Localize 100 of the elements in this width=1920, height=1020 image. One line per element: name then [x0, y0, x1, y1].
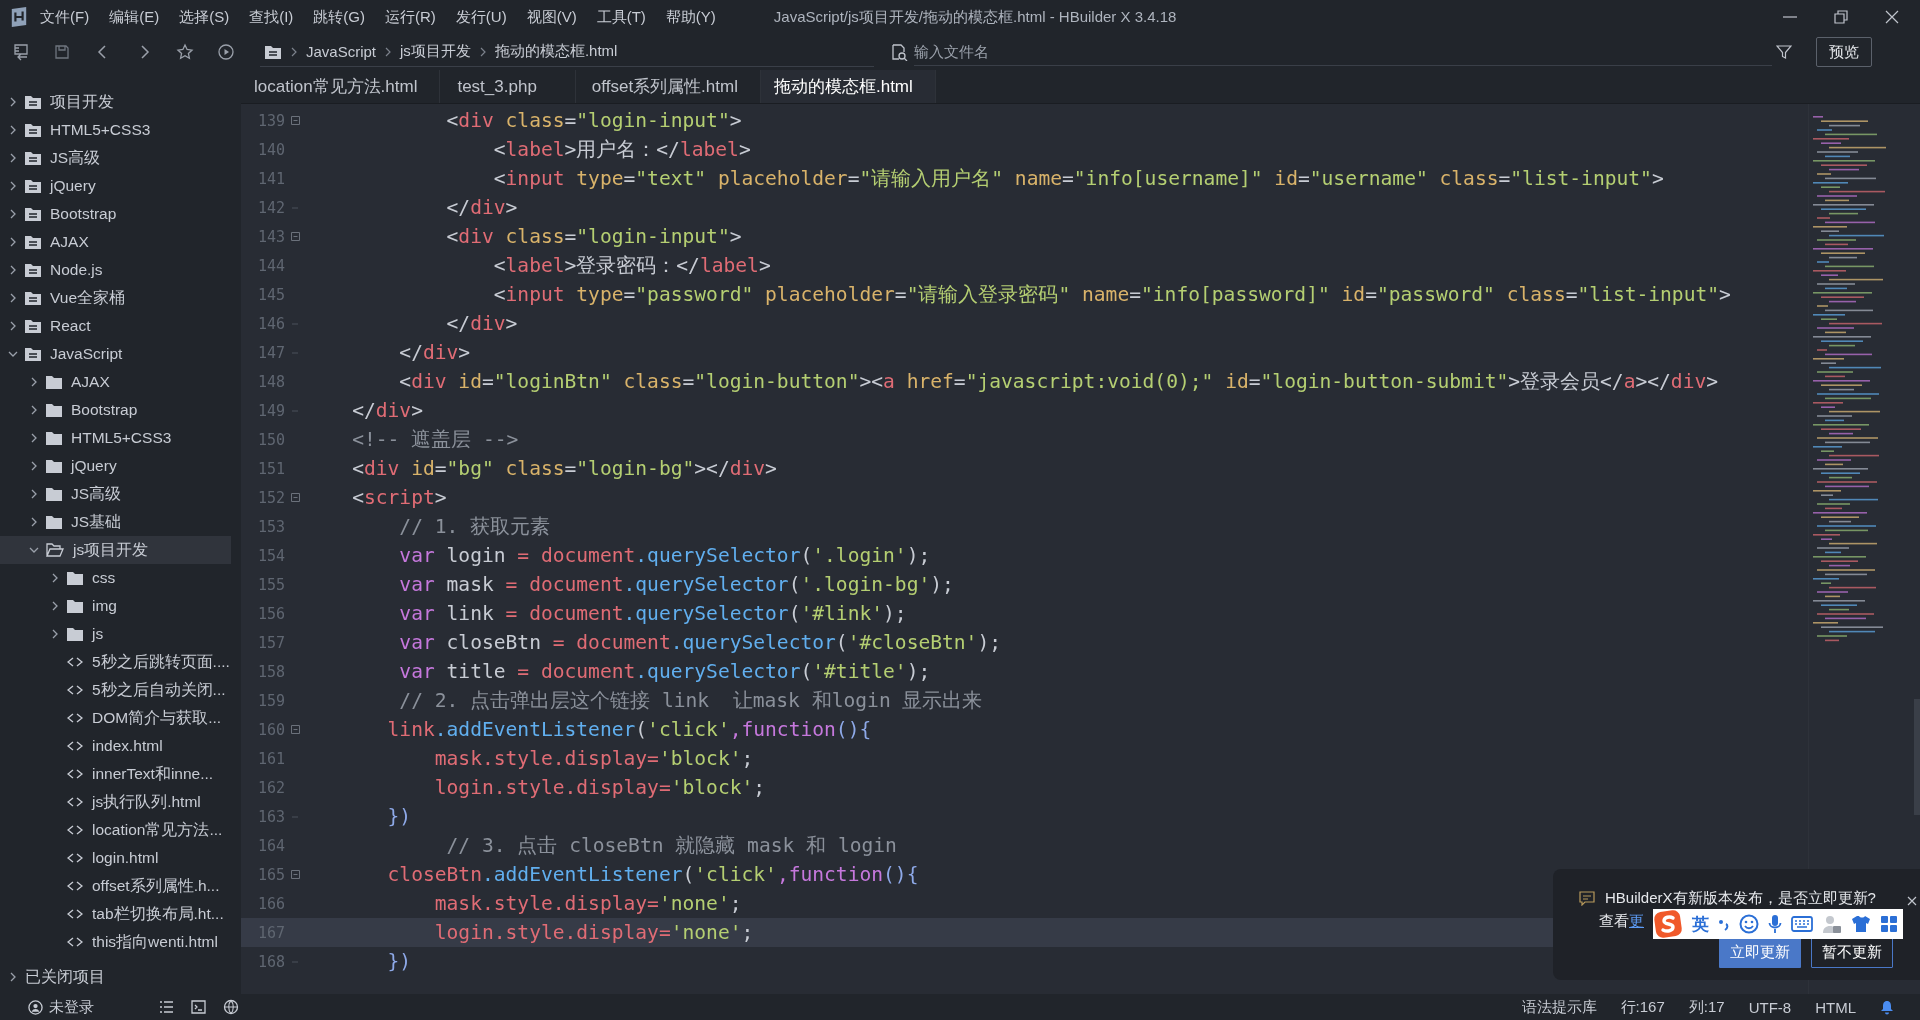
- menu-item[interactable]: 视图(V): [526, 7, 577, 27]
- smiley-icon[interactable]: [1739, 914, 1759, 934]
- file-search-input[interactable]: 输入文件名: [914, 43, 1214, 60]
- chevron-icon[interactable]: [50, 573, 60, 583]
- globe-icon[interactable]: [223, 999, 239, 1015]
- tree-item[interactable]: DOM简介与获取...: [0, 704, 231, 732]
- chevron-icon[interactable]: [29, 489, 39, 499]
- tree-item[interactable]: AJAX: [0, 228, 231, 256]
- menu-item[interactable]: 帮助(Y): [665, 7, 716, 27]
- fold-icon[interactable]: [290, 116, 300, 125]
- ime-logo-icon[interactable]: [1653, 909, 1683, 939]
- chevron-icon[interactable]: [29, 405, 39, 415]
- tree-item[interactable]: JS基础: [0, 508, 231, 536]
- grid-icon[interactable]: [1880, 915, 1898, 933]
- tree-item[interactable]: Node.js: [0, 256, 231, 284]
- chevron-icon[interactable]: [8, 209, 18, 219]
- chevron-icon[interactable]: [50, 601, 60, 611]
- cursor-line[interactable]: 行:167: [1620, 997, 1665, 1017]
- tree-item[interactable]: jQuery: [0, 452, 231, 480]
- chevron-icon[interactable]: [8, 125, 18, 135]
- tree-item[interactable]: React: [0, 312, 231, 340]
- chevron-icon[interactable]: [29, 377, 39, 387]
- tree-item[interactable]: Bootstrap: [0, 396, 231, 424]
- tree-item[interactable]: Bootstrap: [0, 200, 231, 228]
- preview-button[interactable]: 预览: [1816, 37, 1872, 67]
- chevron-icon[interactable]: [8, 237, 18, 247]
- tree-item[interactable]: js项目开发: [0, 536, 231, 564]
- fold-icon[interactable]: [290, 493, 300, 502]
- menu-item[interactable]: 发行(U): [455, 7, 507, 27]
- login-status[interactable]: 未登录: [49, 997, 94, 1017]
- chevron-icon[interactable]: [8, 153, 18, 163]
- editor-tab[interactable]: location常见方法.html: [241, 70, 441, 103]
- closed-projects-item[interactable]: 已关闭项目: [0, 962, 231, 992]
- menu-item[interactable]: 工具(T): [596, 7, 646, 27]
- chevron-icon[interactable]: [29, 517, 39, 527]
- chevron-icon[interactable]: [50, 629, 60, 639]
- language-item[interactable]: HTML: [1815, 998, 1856, 1016]
- menu-item[interactable]: 查找(I): [249, 7, 294, 27]
- microphone-icon[interactable]: [1768, 914, 1782, 934]
- tree-item[interactable]: JavaScript: [0, 340, 231, 368]
- file-search-field[interactable]: 输入文件名: [914, 38, 1772, 66]
- close-icon[interactable]: [1907, 896, 1917, 906]
- tree-item[interactable]: js: [0, 620, 231, 648]
- tree-item[interactable]: AJAX: [0, 368, 231, 396]
- editor-tab[interactable]: test_3.php: [440, 70, 576, 103]
- tree-item[interactable]: 项目开发: [0, 88, 231, 116]
- editor-tab[interactable]: 拖动的模态框.html: [760, 70, 936, 103]
- run-icon[interactable]: [217, 43, 235, 61]
- syntax-library-item[interactable]: 语法提示库: [1521, 997, 1597, 1017]
- person-icon[interactable]: [1822, 914, 1842, 934]
- tree-item[interactable]: innerText和inne...: [0, 760, 231, 788]
- star-icon[interactable]: [176, 43, 194, 61]
- menu-item[interactable]: 选择(S): [179, 7, 230, 27]
- input-mode-toggle[interactable]: 英: [1692, 912, 1709, 936]
- breadcrumb-item[interactable]: JavaScript: [306, 43, 377, 60]
- tree-item[interactable]: 5秒之后跳转页面....: [0, 648, 231, 676]
- close-icon[interactable]: [1884, 9, 1900, 25]
- keyboard-icon[interactable]: [1791, 916, 1813, 932]
- fold-icon[interactable]: [290, 725, 300, 734]
- menu-item[interactable]: 编辑(E): [109, 7, 160, 27]
- tree-item[interactable]: JS高级: [0, 480, 231, 508]
- chevron-icon[interactable]: [29, 433, 39, 443]
- breadcrumb-item[interactable]: 拖动的模态框.html: [494, 42, 618, 61]
- tree-item[interactable]: JS高级: [0, 144, 231, 172]
- menu-item[interactable]: 跳转(G): [313, 7, 365, 27]
- skip-update-button[interactable]: 暂不更新: [1811, 937, 1893, 968]
- tree-item[interactable]: offset系列属性.h...: [0, 872, 231, 900]
- tree-item[interactable]: jQuery: [0, 172, 231, 200]
- tree-item[interactable]: img: [0, 592, 231, 620]
- fold-icon[interactable]: [290, 870, 300, 879]
- chevron-icon[interactable]: [8, 293, 18, 303]
- breadcrumb-item[interactable]: js项目开发: [400, 42, 471, 61]
- document-icon[interactable]: [12, 43, 30, 61]
- tree-item[interactable]: login.html: [0, 844, 231, 872]
- chevron-icon[interactable]: [8, 97, 18, 107]
- chevron-icon[interactable]: [8, 265, 18, 275]
- list-icon[interactable]: [159, 1000, 174, 1014]
- chevron-icon[interactable]: [29, 545, 39, 555]
- tree-item[interactable]: location常见方法...: [0, 816, 231, 844]
- tree-item[interactable]: tab栏切换布局.ht...: [0, 900, 231, 928]
- tree-item[interactable]: HTML5+CSS3: [0, 424, 231, 452]
- tree-item[interactable]: js执行队列.html: [0, 788, 231, 816]
- chevron-icon[interactable]: [8, 181, 18, 191]
- chevron-icon[interactable]: [29, 461, 39, 471]
- terminal-icon[interactable]: [191, 1000, 206, 1014]
- restore-icon[interactable]: [1833, 9, 1849, 25]
- tree-item[interactable]: HTML5+CSS3: [0, 116, 231, 144]
- chevron-icon[interactable]: [8, 321, 18, 331]
- fold-icon[interactable]: [290, 232, 300, 241]
- menu-item[interactable]: 运行(R): [385, 7, 436, 27]
- tree-item[interactable]: Vue全家桶: [0, 284, 231, 312]
- tree-item[interactable]: index.html: [0, 732, 231, 760]
- update-now-button[interactable]: 立即更新: [1719, 937, 1801, 968]
- tree-item[interactable]: 5秒之后自动关闭...: [0, 676, 231, 704]
- save-icon[interactable]: [53, 43, 71, 61]
- filter-icon[interactable]: [1776, 44, 1792, 60]
- shirt-icon[interactable]: [1851, 915, 1871, 933]
- encoding-item[interactable]: UTF-8: [1748, 998, 1792, 1016]
- update-details-link[interactable]: 更: [1629, 912, 1644, 931]
- tree-item[interactable]: this指向wenti.html: [0, 928, 231, 956]
